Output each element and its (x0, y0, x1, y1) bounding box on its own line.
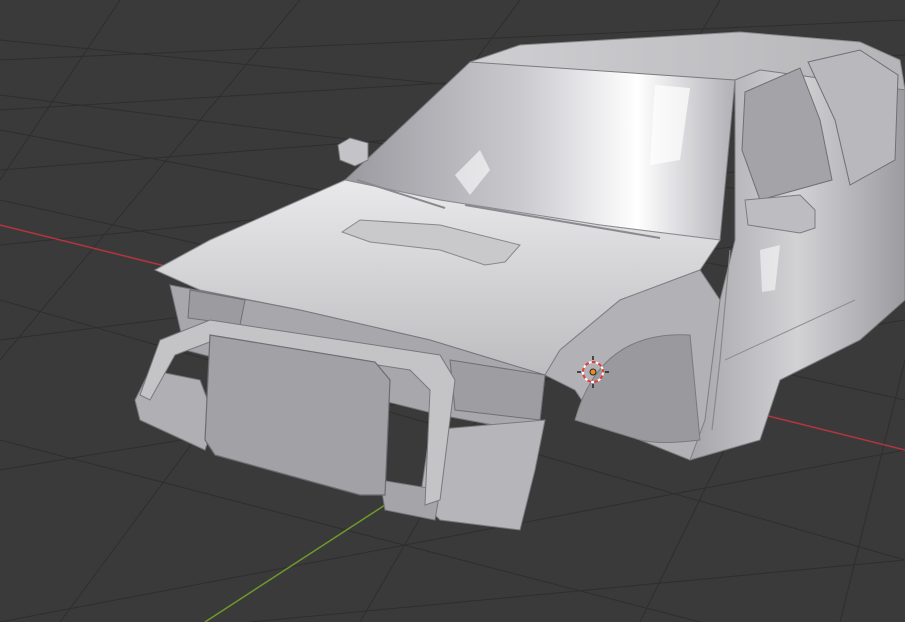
car-body-mesh[interactable] (134, 31, 905, 531)
viewport-canvas[interactable] (0, 0, 905, 622)
3d-viewport[interactable] (0, 0, 905, 622)
y-axis-line (204, 504, 386, 622)
object-origin-icon[interactable] (589, 368, 597, 376)
